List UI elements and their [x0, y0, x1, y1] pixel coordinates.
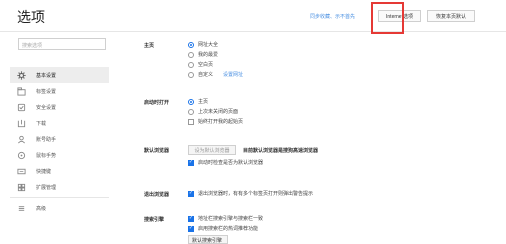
tab-icon — [17, 86, 26, 96]
search-input[interactable]: 搜索选项 — [18, 38, 106, 50]
sidebar-item-advanced[interactable]: 高级 — [10, 200, 109, 216]
sidebar-item-extensions[interactable]: 扩展管理 — [10, 179, 109, 195]
sidebar-item-tabs[interactable]: 标签设置 — [10, 83, 109, 99]
radio[interactable] — [188, 51, 194, 58]
homepage-option-favorites[interactable]: 我的最爱 — [188, 50, 218, 59]
checkbox[interactable] — [188, 118, 194, 125]
reset-defaults-button[interactable]: 恢复本页默认 — [427, 10, 475, 22]
exit-warning-checkbox[interactable]: ✓ 退出浏览器时，有有多个标签页打开则弹出警告提示 — [188, 189, 313, 198]
default-browser-status: 目前默认浏览器是搜狗高速浏览器 — [243, 148, 319, 154]
checkbox-checked[interactable]: ✓ — [188, 225, 194, 232]
homepage-label: 主页 — [144, 43, 155, 49]
download-icon — [17, 119, 26, 128]
sidebar-item-label: 扩展管理 — [36, 184, 57, 191]
header-bar: 选项 同步收藏、示不首先 Internet选项 恢复本页默认 — [0, 0, 506, 32]
checkbox-checked[interactable]: ✓ — [188, 215, 194, 222]
sidebar-item-account[interactable]: 账号助手 — [10, 131, 109, 147]
sidebar-item-basic[interactable]: 基本设置 — [10, 67, 109, 83]
radio[interactable] — [188, 71, 194, 78]
sidebar-divider — [10, 197, 109, 198]
sidebar-item-security[interactable]: 安全设置 — [10, 99, 109, 115]
sidebar-item-label: 安全设置 — [36, 104, 57, 111]
advanced-icon — [17, 204, 26, 213]
default-browser-label: 默认浏览器 — [144, 148, 170, 154]
search-engine-select[interactable]: 默认搜索引擎 — [188, 235, 228, 244]
homepage-option-blank[interactable]: 空白页 — [188, 60, 213, 69]
search-engine-label: 搜索引擎 — [144, 217, 165, 223]
startup-option-home[interactable]: 主页 — [188, 97, 208, 106]
sidebar-item-label: 鼠标手势 — [36, 152, 57, 159]
radio-selected[interactable] — [188, 41, 194, 48]
homepage-option-nav[interactable]: 网址大全 — [188, 40, 218, 49]
sidebar-item-label: 标签设置 — [36, 88, 57, 95]
sync-link[interactable]: 同步收藏、示不首先 — [310, 13, 355, 20]
sidebar-item-label: 基本设置 — [36, 72, 57, 79]
page-title: 选项 — [17, 10, 45, 26]
mouse-icon — [17, 151, 26, 160]
hot-words-checkbox[interactable]: ✓ 启用搜索栏的热词推荐功能 — [188, 224, 258, 233]
exit-browser-label: 退出浏览器 — [144, 192, 170, 198]
shield-icon — [17, 103, 26, 112]
startup-label: 启动时打开 — [144, 100, 170, 106]
highlight-annotation — [371, 2, 404, 34]
checkbox-checked[interactable]: ✓ — [188, 190, 194, 197]
set-url-link[interactable]: 设置网址 — [223, 71, 243, 78]
account-icon — [17, 135, 26, 144]
puzzle-icon — [17, 183, 26, 192]
sidebar-item-download[interactable]: 下载 — [10, 115, 109, 131]
sidebar-item-label: 高级 — [36, 205, 47, 212]
sidebar-item-label: 账号助手 — [36, 136, 57, 143]
sidebar-item-mouse[interactable]: 鼠标手势 — [10, 147, 109, 163]
address-bar-engine-checkbox[interactable]: ✓ 地址栏搜索引擎与搜索栏一致 — [188, 214, 263, 223]
sidebar-item-shortcuts[interactable]: 快捷键 — [10, 163, 109, 179]
sidebar-item-label: 快捷键 — [36, 168, 52, 175]
checkbox-checked[interactable]: ✓ — [188, 159, 194, 166]
sidebar-item-label: 下载 — [36, 120, 47, 127]
radio-selected[interactable] — [188, 98, 194, 105]
keyboard-icon — [17, 167, 26, 176]
startup-option-last-session[interactable]: 上次未关闭的页面 — [188, 107, 238, 116]
radio[interactable] — [188, 61, 194, 68]
homepage-option-custom[interactable]: 自定义 设置网址 — [188, 70, 243, 79]
startup-always-open-checkbox[interactable]: 始终打开我的起始页 — [188, 117, 243, 126]
set-default-browser-button[interactable]: 设为默认浏览器 — [188, 145, 236, 155]
gear-icon — [17, 70, 26, 80]
check-default-checkbox[interactable]: ✓ 启动时检查是否为默认浏览器 — [188, 158, 263, 167]
radio[interactable] — [188, 108, 194, 115]
